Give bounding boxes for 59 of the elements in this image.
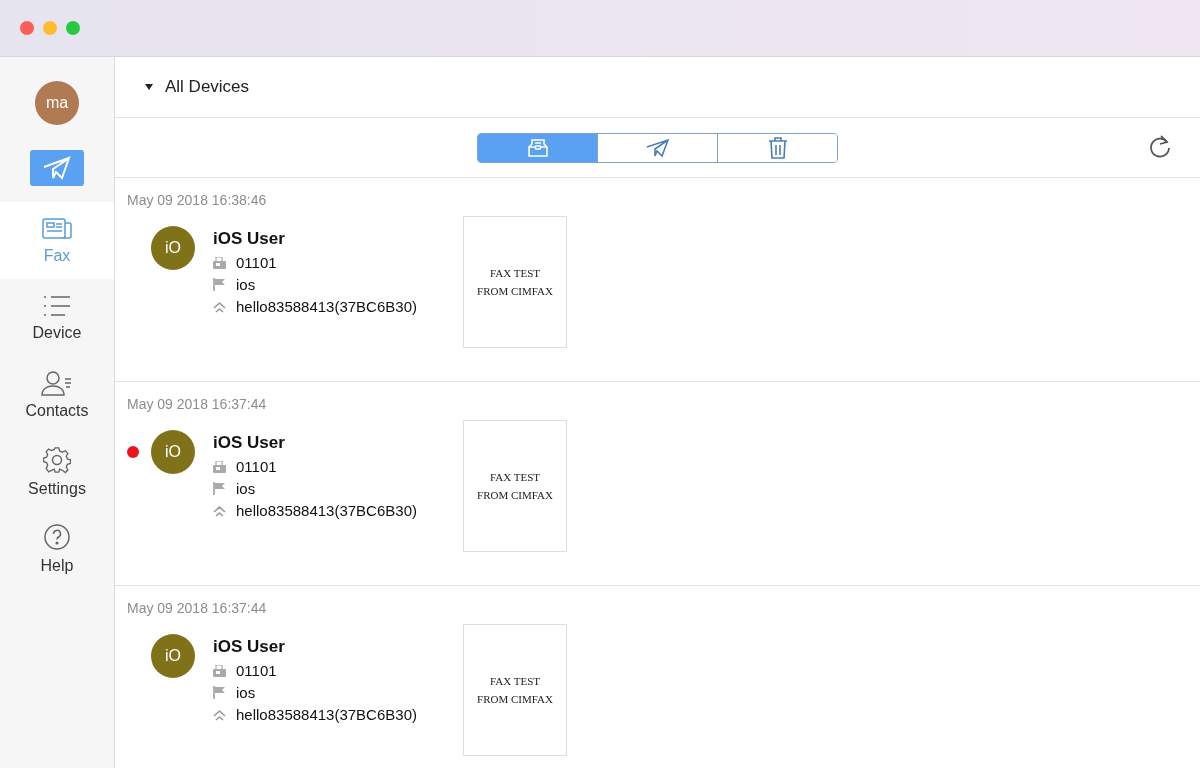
close-button[interactable] [20, 21, 34, 35]
sidebar-item[interactable]: Contacts [0, 356, 114, 433]
fax-machine-icon [213, 256, 226, 269]
device-name: hello83588413(37BC6B30) [236, 502, 417, 519]
sender-tag: ios [236, 480, 256, 497]
fax-page-text: FAX TEST [490, 471, 540, 483]
flag-icon [213, 686, 226, 699]
minimize-button[interactable] [43, 21, 57, 35]
user-avatar[interactable]: ma [35, 81, 79, 125]
flag-icon [213, 482, 226, 495]
fax-machine-icon [213, 460, 226, 473]
settings-icon [43, 445, 71, 474]
sidebar-item[interactable]: Settings [0, 433, 114, 510]
inbox-icon [526, 137, 549, 158]
fax-page-thumbnail[interactable]: FAX TEST FROM CIMFAX [463, 624, 567, 756]
trash-icon [767, 136, 788, 159]
fax-number: 01101 [236, 458, 277, 475]
fax-date: May 09 2018 16:37:44 [127, 600, 268, 616]
contact-icon [41, 369, 73, 396]
sender-avatar: iO [151, 430, 195, 474]
fax-machine-icon [213, 664, 226, 677]
sender-name: iOS User [213, 433, 286, 453]
fax-page-text: FAX TEST [490, 675, 540, 687]
send-fax-button[interactable] [30, 150, 84, 186]
sidebar-item[interactable]: Device [0, 279, 114, 356]
fax-page-text: FAX TEST [490, 267, 540, 279]
device-name: hello83588413(37BC6B30) [236, 298, 417, 315]
sender-tag: ios [236, 684, 256, 701]
flag-icon [213, 278, 226, 291]
help-icon [43, 522, 71, 551]
fax-date: May 09 2018 16:37:44 [127, 396, 268, 412]
paper-plane-icon [43, 156, 71, 180]
dropdown-caret-icon[interactable] [145, 84, 153, 90]
trash-tab[interactable] [717, 133, 837, 162]
inbox-tab[interactable] [478, 133, 597, 162]
fax-entry[interactable]: May 09 2018 16:37:44 iO iOS User 01101 ios hello83588413(37BC6B30) FAX TEST FROM CIMFAX [115, 586, 1200, 768]
sender-name: iOS User [213, 229, 286, 249]
newspaper-icon [42, 216, 72, 241]
fax-number: 01101 [236, 254, 277, 271]
fax-date: May 09 2018 16:38:46 [127, 192, 268, 208]
fax-page-thumbnail[interactable]: FAX TEST FROM CIMFAX [463, 420, 567, 552]
fax-page-text: FROM CIMFAX [477, 693, 553, 705]
fax-page-text: FROM CIMFAX [477, 285, 553, 297]
fax-page-text: FROM CIMFAX [477, 489, 553, 501]
fax-entry[interactable]: May 09 2018 16:37:44 iO iOS User 01101 ios hello83588413(37BC6B30) FAX TEST FROM CIMFAX [115, 382, 1200, 586]
device-filter-title[interactable]: All Devices [165, 77, 250, 97]
sender-avatar: iO [151, 226, 195, 270]
sidebar-item[interactable]: Help [0, 510, 114, 587]
fax-entry[interactable]: May 09 2018 16:38:46 iO iOS User 01101 ios hello83588413(37BC6B30) FAX TEST FROM CIMFAX [115, 178, 1200, 382]
fax-number: 01101 [236, 662, 277, 679]
paper-plane-icon [645, 137, 670, 158]
refresh-icon[interactable] [1148, 134, 1172, 160]
sender-name: iOS User [213, 637, 286, 657]
sender-avatar: iO [151, 634, 195, 678]
zoom-button[interactable] [66, 21, 80, 35]
device-name: hello83588413(37BC6B30) [236, 706, 417, 723]
sender-tag: ios [236, 276, 256, 293]
list-icon [42, 293, 72, 318]
fax-page-thumbnail[interactable]: FAX TEST FROM CIMFAX [463, 216, 567, 348]
